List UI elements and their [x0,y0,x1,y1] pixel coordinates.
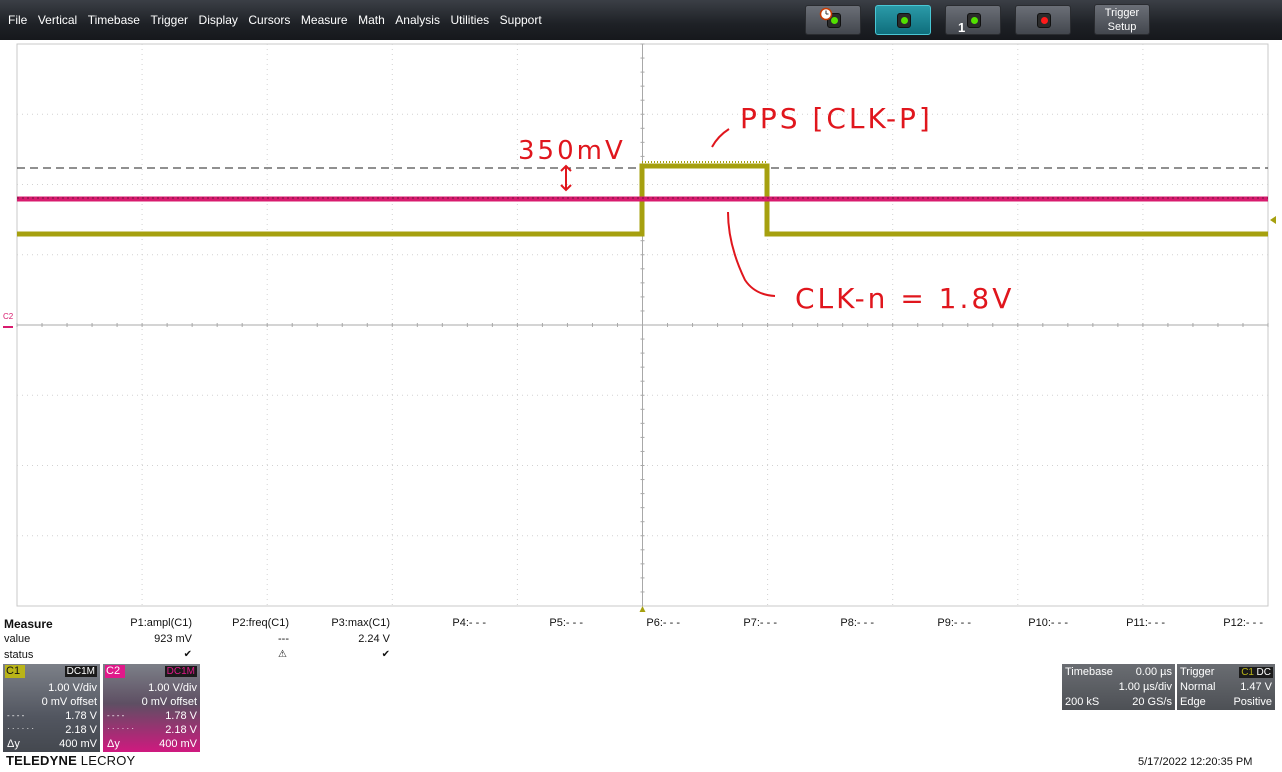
stop-trigger-button[interactable] [1015,5,1071,35]
trigger-descriptor[interactable]: Trigger C1 DC Normal 1.47 V Edge Positiv… [1177,664,1275,710]
waveform-display[interactable]: 350mV PPS [CLK-P] CLK-n = 1.8V C2 [0,40,1282,612]
trigger-label: Trigger [1180,666,1215,678]
channel-1-label: C1 [5,665,25,678]
trigger-source: C1 [1239,667,1256,678]
channel-1-coupling: DC1M [64,666,97,677]
timebase-samples: 200 kS [1065,696,1100,708]
measure-param-name[interactable]: P11:- - - [1065,617,1165,629]
cursor-2-symbol: · · · · · · [107,724,135,733]
measure-title: Measure [4,617,53,631]
timebase-sample-rate: 20 GS/s [1132,696,1172,708]
channel-2-cursor-1: 1.78 V [165,710,197,722]
menu-file[interactable]: File [8,13,27,27]
menu-bar: File Vertical Timebase Trigger Display C… [0,0,1282,40]
trigger-setup-button[interactable]: Trigger Setup [1094,4,1150,35]
brand-logo: TELEDYNE LECROY [6,753,135,768]
trigger-position-marker [639,606,646,612]
brand-bold: TELEDYNE [6,753,77,768]
cursor-1-symbol: - - - - [107,711,125,720]
channel-1-descriptor[interactable]: C1 DC1M 1.00 V/div 0 mV offset - - - - 1… [3,664,100,752]
channel-2-cursor-2: 2.18 V [165,724,197,736]
waveform-grid [3,43,1276,612]
single-trigger-button[interactable]: 1 [945,5,1001,35]
measure-param-name[interactable]: P12:- - - [1163,617,1263,629]
channel-1-delta-y: 400 mV [59,738,97,750]
menu-trigger[interactable]: Trigger [150,13,188,27]
measure-param-name[interactable]: P6:- - - [580,617,680,629]
timebase-descriptor[interactable]: Timebase 0.00 µs 1.00 µs/div 200 kS 20 G… [1062,664,1175,710]
channel-2-delta-y: 400 mV [159,738,197,750]
trigger-mode: Normal [1180,681,1216,693]
trigger-setup-label-1: Trigger [1104,7,1140,19]
delta-y-label: Δy [7,738,20,750]
status-check-icon: ✔ [381,649,390,660]
trigger-type: Edge [1180,696,1206,708]
measure-param-value: 923 mV [154,633,192,645]
delta-y-label: Δy [107,738,120,750]
measure-status-row-label: status [4,649,34,661]
measure-param-name[interactable]: P3:max(C1) [290,617,390,629]
trigger-setup-label-2: Setup [1107,21,1137,33]
menu-support[interactable]: Support [500,13,542,27]
menu-cursors[interactable]: Cursors [248,13,290,27]
menu-vertical[interactable]: Vertical [38,13,77,27]
menu-timebase[interactable]: Timebase [88,13,140,27]
trigger-coupling: DC [1254,667,1273,678]
channel-1-offset: 0 mV offset [41,696,97,708]
channel-1-cursor-1: 1.78 V [65,710,97,722]
single-badge: 1 [958,20,966,35]
normal-trigger-button[interactable] [875,5,931,35]
cursor-1-symbol: - - - - [7,711,25,720]
menu-measure[interactable]: Measure [301,13,348,27]
measure-param-value: 2.24 V [358,633,390,645]
channel-1-vdiv: 1.00 V/div [48,682,97,694]
menu-math[interactable]: Math [358,13,385,27]
timebase-per-div: 1.00 µs/div [1118,681,1172,693]
timebase-label: Timebase [1065,666,1113,678]
measure-param-name[interactable]: P2:freq(C1) [189,617,289,629]
cursor-2-symbol: · · · · · · [7,724,35,733]
traffic-light-icon [897,13,911,28]
brand-normal: LECROY [80,753,136,768]
timebase-delay: 0.00 µs [1135,666,1172,678]
trigger-level: 1.47 V [1240,681,1272,693]
measure-param-name[interactable]: P7:- - - [677,617,777,629]
menu-items: File Vertical Timebase Trigger Display C… [8,13,552,27]
channel-2-marker: C2 [3,312,14,321]
channel-2-vdiv: 1.00 V/div [148,682,197,694]
menu-display[interactable]: Display [199,13,238,27]
traffic-light-icon [1037,13,1051,28]
menu-utilities[interactable]: Utilities [450,13,489,27]
annotation-amplitude: 350mV [518,136,626,166]
measure-param-name[interactable]: P1:ampl(C1) [92,617,192,629]
channel-2-coupling: DC1M [164,666,197,677]
menu-analysis[interactable]: Analysis [395,13,440,27]
measure-param-name[interactable]: P4:- - - [386,617,486,629]
oscilloscope-window: File Vertical Timebase Trigger Display C… [0,0,1282,772]
measure-value-row-label: value [4,633,31,645]
trigger-level-marker [1270,216,1276,224]
measure-param-name[interactable]: P5:- - - [483,617,583,629]
annotation-signal-name: PPS [CLK-P] [740,102,933,135]
measure-param-name[interactable]: P10:- - - [968,617,1068,629]
measure-table: Measure value status P1:ampl(C1) 923 mV ✔ P… [0,614,1282,664]
warning-icon: ⚠ [278,649,287,660]
annotation-clk-n: CLK-n = 1.8V [795,282,1015,315]
trigger-slope: Positive [1233,696,1272,708]
auto-trigger-button[interactable] [805,5,861,35]
channel-1-cursor-2: 2.18 V [65,724,97,736]
channel-2-descriptor[interactable]: C2 DC1M 1.00 V/div 0 mV offset - - - - 1… [103,664,200,752]
measure-param-value: --- [278,633,289,645]
traffic-light-icon [967,13,981,28]
measure-param-name[interactable]: P8:- - - [774,617,874,629]
date-time: 5/17/2022 12:20:35 PM [1138,756,1253,768]
measure-param-name[interactable]: P9:- - - [871,617,971,629]
clock-icon [819,7,833,21]
channel-2-label: C2 [105,665,125,678]
status-check-icon: ✔ [183,649,192,660]
channel-2-offset: 0 mV offset [141,696,197,708]
